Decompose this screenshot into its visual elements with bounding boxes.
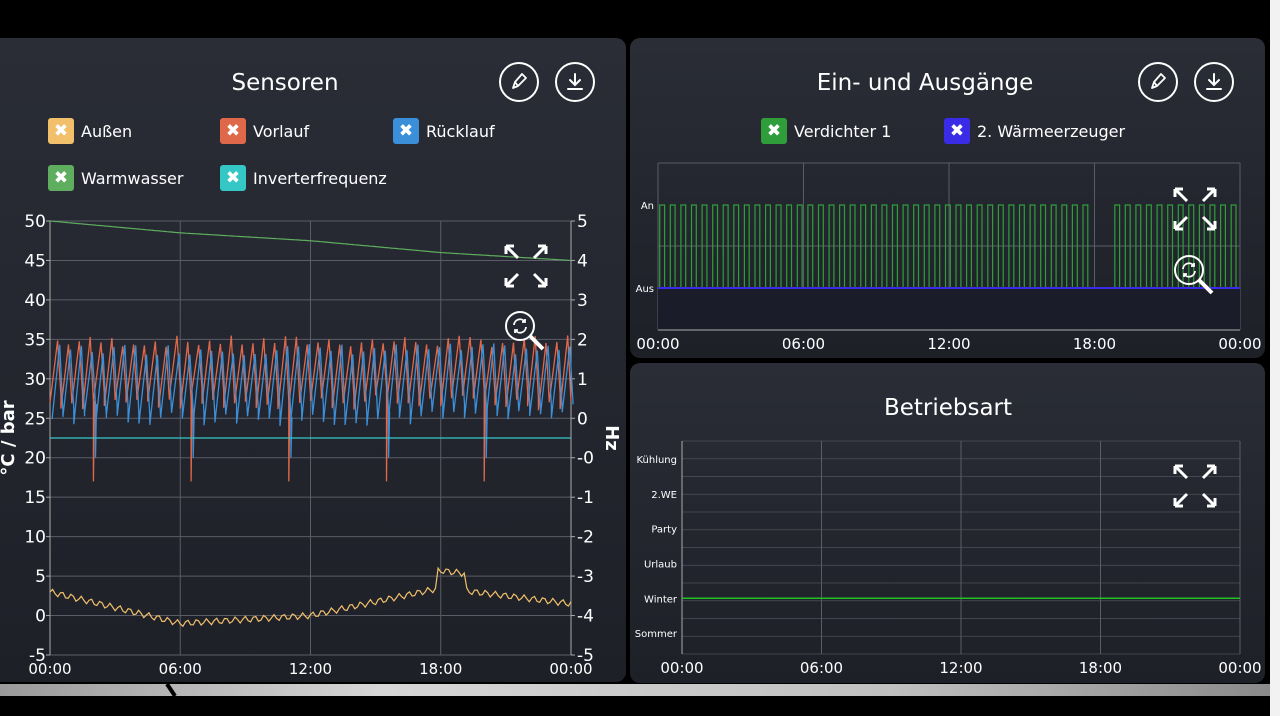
series-area-waermeerzeuger (658, 288, 1240, 329)
y-tick-label: Winter (644, 594, 678, 605)
expand-icon[interactable] (504, 244, 548, 288)
y-tick-label: Aus (636, 284, 654, 295)
y-tick-label: 50 (24, 212, 46, 232)
x-tick-label: 06:00 (159, 660, 202, 678)
x-tick-label: 12:00 (927, 335, 970, 353)
y2-tick-label: 4 (577, 251, 588, 271)
expand-arrow (532, 244, 548, 260)
expand-icon[interactable] (1173, 187, 1217, 231)
y-tick-label: 45 (24, 251, 46, 271)
bottom-scrollbar[interactable] (0, 684, 1270, 696)
refresh-arrows (513, 318, 527, 334)
mode-panel: Betriebsart Kühlung 2.WE Party Urlaub Winter… (630, 363, 1265, 683)
expand-arrow (1173, 215, 1189, 231)
io-chart[interactable]: An Aus 00:00 06:00 12:00 18:00 00:00 (630, 38, 1265, 358)
x-tick-label: 12:00 (289, 660, 332, 678)
x-tick-label: 00:00 (1218, 335, 1261, 353)
y2-tick-label: 5 (577, 212, 588, 232)
y2-axis-label: Hz (601, 425, 622, 451)
y-tick-label: 25 (24, 409, 46, 429)
x-tick-label: 00:00 (660, 659, 703, 677)
magnifier-lens (505, 311, 535, 341)
y-tick-label: Kühlung (636, 455, 677, 466)
y2-tick-label: 0 (577, 409, 588, 429)
y2-tick-label: -3 (577, 567, 594, 587)
y-tick-label: 35 (24, 330, 46, 350)
y-axis-label: °C / bar (0, 400, 19, 475)
y-tick-label: 40 (24, 291, 46, 311)
y-tick-label: Urlaub (644, 559, 677, 570)
x-tick-label: 06:00 (800, 659, 843, 677)
y-tick-label: Sommer (635, 629, 678, 640)
y-tick-label: 20 (24, 449, 46, 469)
x-tick-label: 12:00 (939, 659, 982, 677)
x-tick-label: 06:00 (782, 335, 825, 353)
sensoren-chart[interactable]: 50 545 440 335 230 125 020 -015 -110 -25 -30 -4-5 -5… (0, 38, 626, 682)
y-tick-label: Party (651, 525, 677, 536)
x-tick-label: 00:00 (636, 335, 679, 353)
expand-arrow (504, 272, 520, 288)
expand-arrow (532, 272, 548, 288)
y-tick-label: 5 (35, 567, 46, 587)
x-tick-label: 00:00 (28, 660, 71, 678)
expand-arrow (1201, 187, 1217, 203)
y-tick-label: An (641, 201, 654, 212)
expand-arrow (1201, 215, 1217, 231)
expand-icon[interactable] (1173, 464, 1217, 508)
y-tick-label: 0 (35, 607, 46, 627)
x-tick-label: 00:00 (549, 660, 592, 678)
y-tick-label: 30 (24, 370, 46, 390)
y2-tick-label: 3 (577, 291, 588, 311)
sensoren-panel: Sensoren ✖ Außen ✖ Vorlauf ✖ Rücklauf ✖ Warmwas… (0, 38, 626, 682)
right-edge (1270, 0, 1280, 716)
y2-tick-label: 1 (577, 370, 588, 390)
y2-tick-label: 2 (577, 330, 588, 350)
y2-tick-label: -4 (577, 607, 594, 627)
mode-chart[interactable]: Kühlung 2.WE Party Urlaub Winter Sommer 00:00 0… (630, 363, 1265, 683)
y2-tick-label: -2 (577, 528, 594, 548)
y2-tick-label: -1 (577, 488, 594, 508)
scroll-handle-icon[interactable] (165, 684, 185, 696)
x-tick-label: 18:00 (419, 660, 462, 678)
x-tick-label: 18:00 (1079, 659, 1122, 677)
y-tick-label: 15 (24, 488, 46, 508)
y-tick-label: 2.WE (651, 490, 677, 501)
x-tick-label: 18:00 (1073, 335, 1116, 353)
y-tick-label: 10 (24, 528, 46, 548)
expand-arrow (1173, 187, 1189, 203)
magnifier-handle (528, 334, 545, 351)
top-edge (0, 0, 1280, 26)
expand-arrow (1173, 492, 1189, 508)
io-panel: Ein- und Ausgänge ✖ Verdichter 1 ✖ 2. Wärme… (630, 38, 1265, 358)
x-tick-label: 00:00 (1218, 659, 1261, 677)
y2-tick-label: -0 (577, 449, 594, 469)
expand-arrow (1201, 492, 1217, 508)
